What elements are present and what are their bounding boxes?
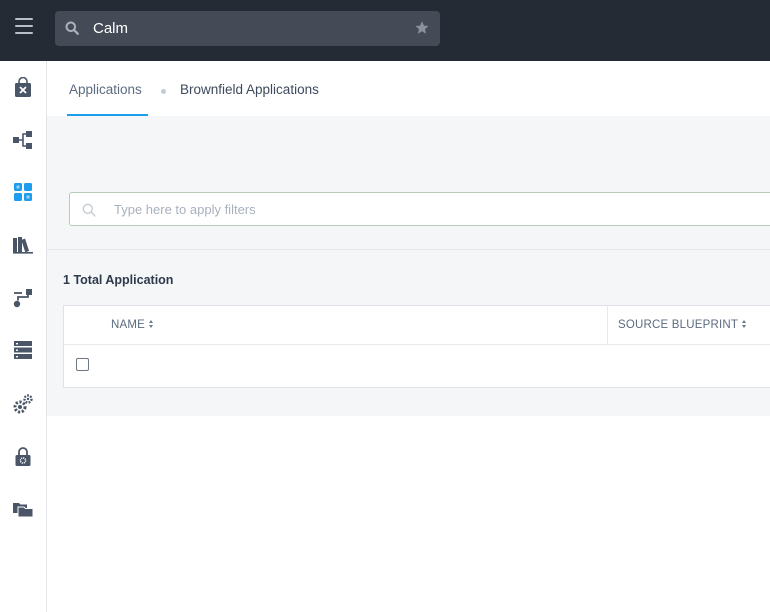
filter-search-icon [82, 203, 96, 217]
sort-icon[interactable] [742, 320, 747, 329]
column-divider[interactable] [607, 306, 608, 345]
tab-separator-dot [161, 89, 166, 94]
library-books-icon[interactable] [12, 233, 34, 255]
projects-folders-icon[interactable] [12, 498, 34, 520]
row-checkbox[interactable] [76, 358, 89, 371]
endpoints-stack-icon[interactable] [12, 339, 34, 361]
column-header-name[interactable]: NAME [111, 319, 154, 331]
global-search-bar[interactable]: Calm [55, 11, 440, 46]
blueprint-bag-icon[interactable] [12, 77, 34, 99]
applications-grid-icon[interactable] [12, 181, 34, 203]
sort-icon[interactable] [149, 320, 154, 329]
table-row[interactable] [64, 345, 770, 387]
section-divider [47, 249, 770, 250]
filter-bar[interactable] [69, 192, 770, 226]
table-header: NAME SOURCE BLUEPRINT [64, 306, 770, 345]
tab-applications[interactable]: Applications [69, 81, 142, 98]
filter-input[interactable] [114, 200, 714, 218]
total-count-number: 1 [63, 273, 70, 287]
runbook-path-icon[interactable] [12, 287, 34, 309]
settings-gears-icon[interactable] [12, 393, 34, 415]
column-name-label: NAME [111, 319, 146, 331]
hamburger-menu-icon[interactable] [15, 18, 33, 36]
applications-table: NAME SOURCE BLUEPRINT [63, 305, 770, 388]
column-header-source-blueprint[interactable]: SOURCE BLUEPRINT [618, 319, 747, 331]
search-icon [65, 21, 79, 35]
top-bar: Calm [0, 0, 770, 61]
tab-brownfield-applications[interactable]: Brownfield Applications [180, 81, 319, 98]
star-icon[interactable] [414, 20, 430, 36]
total-applications-count: 1 Total Application [63, 273, 173, 287]
policy-lock-icon[interactable] [12, 446, 34, 468]
column-source-blueprint-label: SOURCE BLUEPRINT [618, 319, 739, 331]
applications-content: 1 Total Application NAME SOURCE BLUEPRIN… [47, 116, 770, 416]
tab-bar: Applications Brownfield Applications [47, 61, 770, 116]
sidebar [0, 61, 47, 612]
total-count-label: Total Application [73, 273, 174, 287]
topology-icon[interactable] [12, 129, 34, 151]
search-query-text[interactable]: Calm [93, 20, 128, 38]
